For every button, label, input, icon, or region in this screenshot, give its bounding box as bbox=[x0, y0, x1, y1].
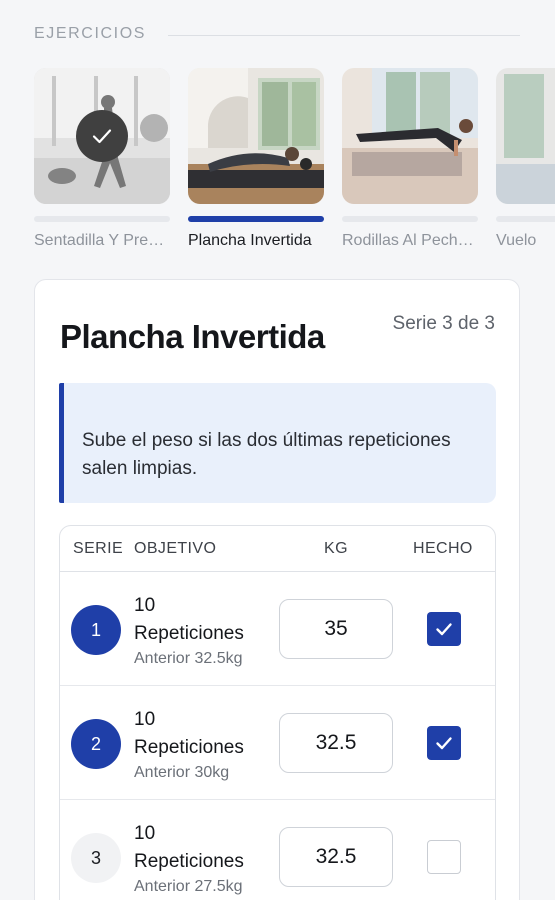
sets-table-header: SERIE OBJETIVO KG HECHO bbox=[60, 526, 495, 572]
section-divider bbox=[168, 34, 520, 36]
exercise-thumbnail bbox=[496, 68, 555, 204]
coaching-tip: Sube el peso si las dos últimas repetici… bbox=[59, 383, 496, 503]
done-checkbox[interactable] bbox=[427, 612, 461, 646]
set-counter: Serie 3 de 3 bbox=[392, 313, 495, 334]
done-checkbox[interactable] bbox=[427, 840, 461, 874]
sets-table: SERIE OBJETIVO KG HECHO 1 10 Repeticione… bbox=[59, 525, 496, 900]
exercise-label: Plancha Invertida bbox=[188, 232, 312, 249]
target-unit: Repeticiones bbox=[134, 851, 244, 872]
exercise-title: Plancha Invertida bbox=[60, 318, 325, 355]
target-unit: Repeticiones bbox=[134, 737, 244, 758]
exercise-label: Rodillas Al Pech… bbox=[342, 232, 474, 249]
exercise-progress-bar bbox=[496, 216, 555, 222]
exercise-label: Vuelo bbox=[496, 232, 537, 249]
set-target: 10 Repeticiones Anterior 30kg bbox=[134, 706, 244, 784]
exercise-detail-card: Plancha Invertida Serie 3 de 3 Sube el p… bbox=[34, 279, 520, 900]
target-reps: 10 bbox=[134, 823, 156, 844]
exercise-card-1[interactable]: Sentadilla Y Pre… bbox=[34, 68, 170, 250]
header-kg: KG bbox=[324, 540, 348, 557]
target-reps: 10 bbox=[134, 709, 156, 730]
kg-input[interactable] bbox=[279, 713, 393, 773]
header-hecho: HECHO bbox=[413, 540, 473, 557]
exercise-label: Sentadilla Y Pre… bbox=[34, 232, 165, 249]
exercise-carousel[interactable]: Sentadilla Y Pre… Plancha Invertida Rodi… bbox=[34, 68, 555, 254]
set-row-1: 1 10 Repeticiones Anterior 32.5kg bbox=[60, 572, 495, 686]
set-target: 10 Repeticiones Anterior 32.5kg bbox=[134, 592, 244, 670]
completed-check-icon bbox=[76, 110, 128, 162]
exercise-card-2[interactable]: Plancha Invertida bbox=[188, 68, 324, 250]
set-target: 10 Repeticiones Anterior 27.5kg bbox=[134, 820, 244, 898]
set-number-badge: 3 bbox=[71, 833, 121, 883]
exercise-progress-bar bbox=[34, 216, 170, 222]
target-unit: Repeticiones bbox=[134, 623, 244, 644]
exercise-thumbnail bbox=[34, 68, 170, 204]
section-title: EJERCICIOS bbox=[34, 25, 147, 42]
previous-weight: Anterior 30kg bbox=[134, 764, 230, 781]
checkmark-icon bbox=[436, 737, 452, 750]
exercise-card-3[interactable]: Rodillas Al Pech… bbox=[342, 68, 478, 250]
previous-weight: Anterior 32.5kg bbox=[134, 650, 243, 667]
exercise-card-4[interactable]: Vuelo bbox=[496, 68, 555, 250]
exercises-section-header: EJERCICIOS bbox=[34, 22, 520, 46]
header-serie: SERIE bbox=[73, 540, 124, 557]
checkmark-icon bbox=[436, 623, 452, 636]
exercise-thumbnail bbox=[342, 68, 478, 204]
kg-input[interactable] bbox=[279, 827, 393, 887]
set-number-badge: 2 bbox=[71, 719, 121, 769]
set-row-2: 2 10 Repeticiones Anterior 30kg bbox=[60, 686, 495, 800]
exercise-progress-bar bbox=[342, 216, 478, 222]
set-row-3: 3 10 Repeticiones Anterior 27.5kg bbox=[60, 800, 495, 900]
target-reps: 10 bbox=[134, 595, 156, 616]
done-checkbox[interactable] bbox=[427, 726, 461, 760]
exercise-thumbnail bbox=[188, 68, 324, 204]
previous-weight: Anterior 27.5kg bbox=[134, 878, 243, 895]
kg-input[interactable] bbox=[279, 599, 393, 659]
set-number-badge: 1 bbox=[71, 605, 121, 655]
header-objetivo: OBJETIVO bbox=[134, 540, 217, 557]
coaching-tip-text: Sube el peso si las dos últimas repetici… bbox=[82, 430, 451, 479]
exercise-progress-bar bbox=[188, 216, 324, 222]
